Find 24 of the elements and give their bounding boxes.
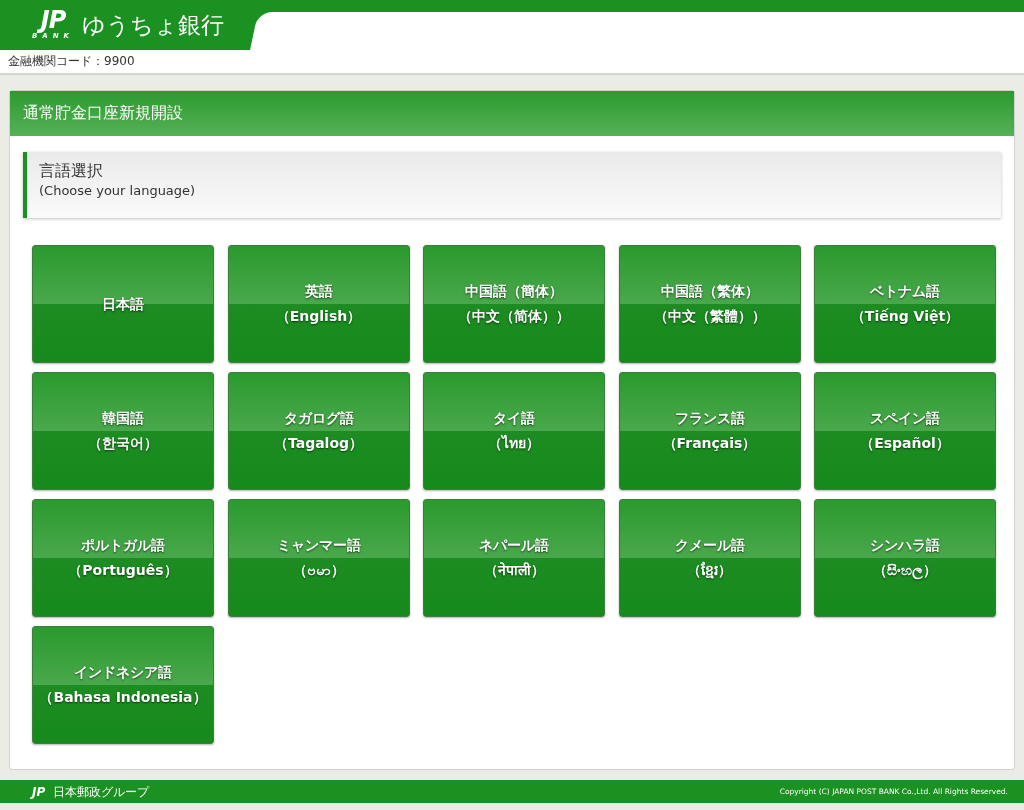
- language-button[interactable]: 韓国語 （한국어）: [32, 372, 214, 490]
- language-button[interactable]: フランス語 （Français）: [618, 372, 801, 490]
- logo-mark: JP: [32, 8, 75, 32]
- language-button[interactable]: インドネシア語 （Bahasa Indonesia）: [32, 626, 214, 744]
- language-button[interactable]: タイ語 （ไทย）: [423, 372, 605, 490]
- institution-code: 金融機関コード：9900: [8, 54, 135, 68]
- section-subtitle: (Choose your language): [39, 182, 197, 200]
- language-button[interactable]: ポルトガル語 （Português）: [32, 499, 214, 617]
- panel-title: 通常貯金口座新規開設: [23, 103, 183, 122]
- language-button[interactable]: 中国語（繁体） （中文（繁體））: [618, 245, 801, 363]
- language-button[interactable]: ミャンマー語 （ဗမာ）: [227, 499, 410, 617]
- footer-logo: JP: [32, 783, 46, 801]
- language-button[interactable]: クメール語 （ខ្មែរ）: [618, 499, 801, 617]
- language-button[interactable]: タガログ語 （Tagalog）: [227, 372, 410, 490]
- group-name: 日本郵政グループ: [53, 784, 150, 799]
- section-title: 言語選択: [39, 160, 104, 182]
- language-button[interactable]: ベトナム語 （Tiếng Việt）: [814, 245, 996, 363]
- language-button[interactable]: シンハラ語 （සිංහල）: [814, 499, 996, 617]
- language-button[interactable]: スペイン語 （Español）: [814, 372, 996, 490]
- language-button[interactable]: 日本語: [32, 245, 214, 363]
- bank-name: ゆうちょ銀行: [82, 10, 225, 40]
- language-button[interactable]: 英語 （English）: [227, 245, 410, 363]
- language-button[interactable]: 中国語（簡体） （中文（简体））: [423, 245, 605, 363]
- language-button[interactable]: ネパール語 （नेपाली）: [423, 499, 605, 617]
